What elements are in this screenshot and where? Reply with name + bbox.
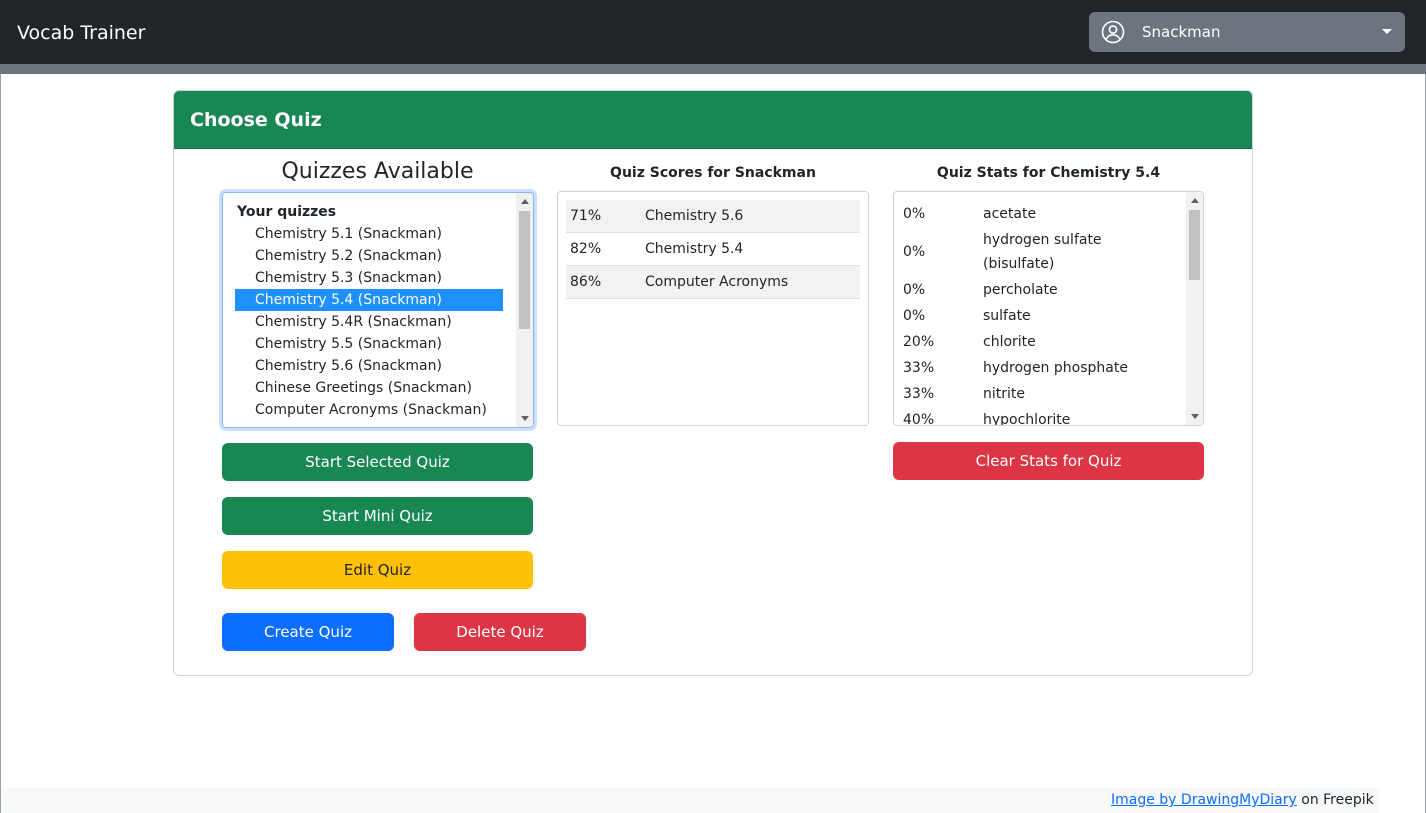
stat-term: nitrite — [983, 386, 1025, 402]
stat-term: hydrogen sulfate (bisulfate) — [983, 232, 1102, 272]
score-percent: 82% — [570, 241, 602, 257]
score-percent: 71% — [570, 208, 602, 224]
stat-percent: 40% — [903, 412, 935, 426]
quiz-select-list[interactable]: Your quizzes Chemistry 5.1 (Snackman) Ch… — [222, 192, 534, 428]
scroll-up-arrow-icon[interactable] — [521, 199, 529, 204]
table-row: 71% Chemistry 5.6 — [566, 200, 860, 233]
scrollbar-thumb[interactable] — [519, 211, 530, 329]
scroll-up-arrow-icon[interactable] — [1191, 198, 1199, 203]
user-circle-icon — [1101, 20, 1125, 44]
credit-suffix: on Freepik — [1296, 792, 1374, 808]
quiz-option[interactable]: Chinese Greetings (Snackman) — [235, 377, 503, 399]
table-row: 82% Chemistry 5.4 — [566, 233, 860, 266]
optgroup-your-quizzes: Your quizzes — [237, 204, 337, 220]
stat-term: chlorite — [983, 334, 1036, 350]
stat-percent: 0% — [903, 206, 926, 222]
user-menu-dropdown[interactable]: Snackman — [1089, 12, 1405, 52]
start-mini-quiz-button[interactable]: Start Mini Quiz — [222, 497, 533, 535]
stat-term: percholate — [983, 282, 1058, 298]
stat-percent: 33% — [903, 360, 935, 376]
image-credit: Image by DrawingMyDiary on Freepik — [1111, 790, 1374, 810]
quiz-option[interactable]: Computer Acronyms (Snackman) — [235, 399, 503, 421]
quiz-stats-table: 0% acetate 0% hydrogen sulfate (bisulfat… — [893, 191, 1204, 426]
quiz-option[interactable]: Chemistry 5.5 (Snackman) — [235, 333, 503, 355]
stat-percent: 0% — [903, 282, 926, 298]
quiz-option-selected[interactable]: Chemistry 5.4 (Snackman) — [235, 289, 503, 311]
stat-term: hydrogen phosphate — [983, 360, 1128, 376]
window-border-left — [0, 74, 1, 813]
quiz-scores-heading: Quiz Scores for Snackman — [610, 165, 816, 181]
quiz-option[interactable]: Chemistry 5.3 (Snackman) — [235, 267, 503, 289]
score-percent: 86% — [570, 274, 602, 290]
create-quiz-button[interactable]: Create Quiz — [222, 613, 394, 651]
user-menu-username: Snackman — [1142, 23, 1221, 41]
quiz-list-scrollbar[interactable] — [516, 193, 533, 427]
table-row: 86% Computer Acronyms — [566, 266, 860, 299]
scroll-down-arrow-icon[interactable] — [1191, 414, 1199, 419]
credit-link[interactable]: Image by DrawingMyDiary — [1111, 792, 1297, 808]
score-quiz-name: Chemistry 5.6 — [645, 208, 744, 224]
stat-term: acetate — [983, 206, 1037, 222]
quiz-option[interactable]: Chemistry 5.4R (Snackman) — [235, 311, 503, 333]
quiz-option[interactable]: Chemistry 5.2 (Snackman) — [235, 245, 503, 267]
clear-stats-button[interactable]: Clear Stats for Quiz — [893, 442, 1204, 480]
scrollbar-thumb[interactable] — [1189, 210, 1200, 280]
start-selected-quiz-button[interactable]: Start Selected Quiz — [222, 443, 533, 481]
quiz-stats-heading: Quiz Stats for Chemistry 5.4 — [936, 165, 1161, 181]
edit-quiz-button[interactable]: Edit Quiz — [222, 551, 533, 589]
score-quiz-name: Computer Acronyms — [645, 274, 789, 290]
card-header: Choose Quiz — [174, 91, 1252, 149]
stats-scrollbar[interactable] — [1186, 192, 1203, 425]
stat-percent: 0% — [903, 244, 926, 260]
quiz-option[interactable]: Chemistry 5.6 (Snackman) — [235, 355, 503, 377]
stat-percent: 0% — [903, 308, 926, 324]
score-quiz-name: Chemistry 5.4 — [645, 241, 744, 257]
quizzes-available-heading: Quizzes Available — [281, 159, 474, 184]
stat-percent: 33% — [903, 386, 935, 402]
stat-percent: 20% — [903, 334, 935, 350]
delete-quiz-button[interactable]: Delete Quiz — [414, 613, 586, 651]
chevron-down-icon — [1382, 29, 1392, 34]
card-title: Choose Quiz — [190, 109, 322, 131]
quiz-option[interactable]: Chemistry 5.1 (Snackman) — [235, 223, 503, 245]
app-brand[interactable]: Vocab Trainer — [17, 20, 145, 46]
stat-term: sulfate — [983, 308, 1031, 324]
stat-term: hypochlorite — [983, 412, 1071, 426]
quiz-scores-table: 71% Chemistry 5.6 82% Chemistry 5.4 86% … — [557, 191, 869, 426]
scroll-down-arrow-icon[interactable] — [521, 416, 529, 421]
sub-navbar-strip — [0, 64, 1426, 74]
navbar: Vocab Trainer Snackman — [0, 0, 1426, 64]
